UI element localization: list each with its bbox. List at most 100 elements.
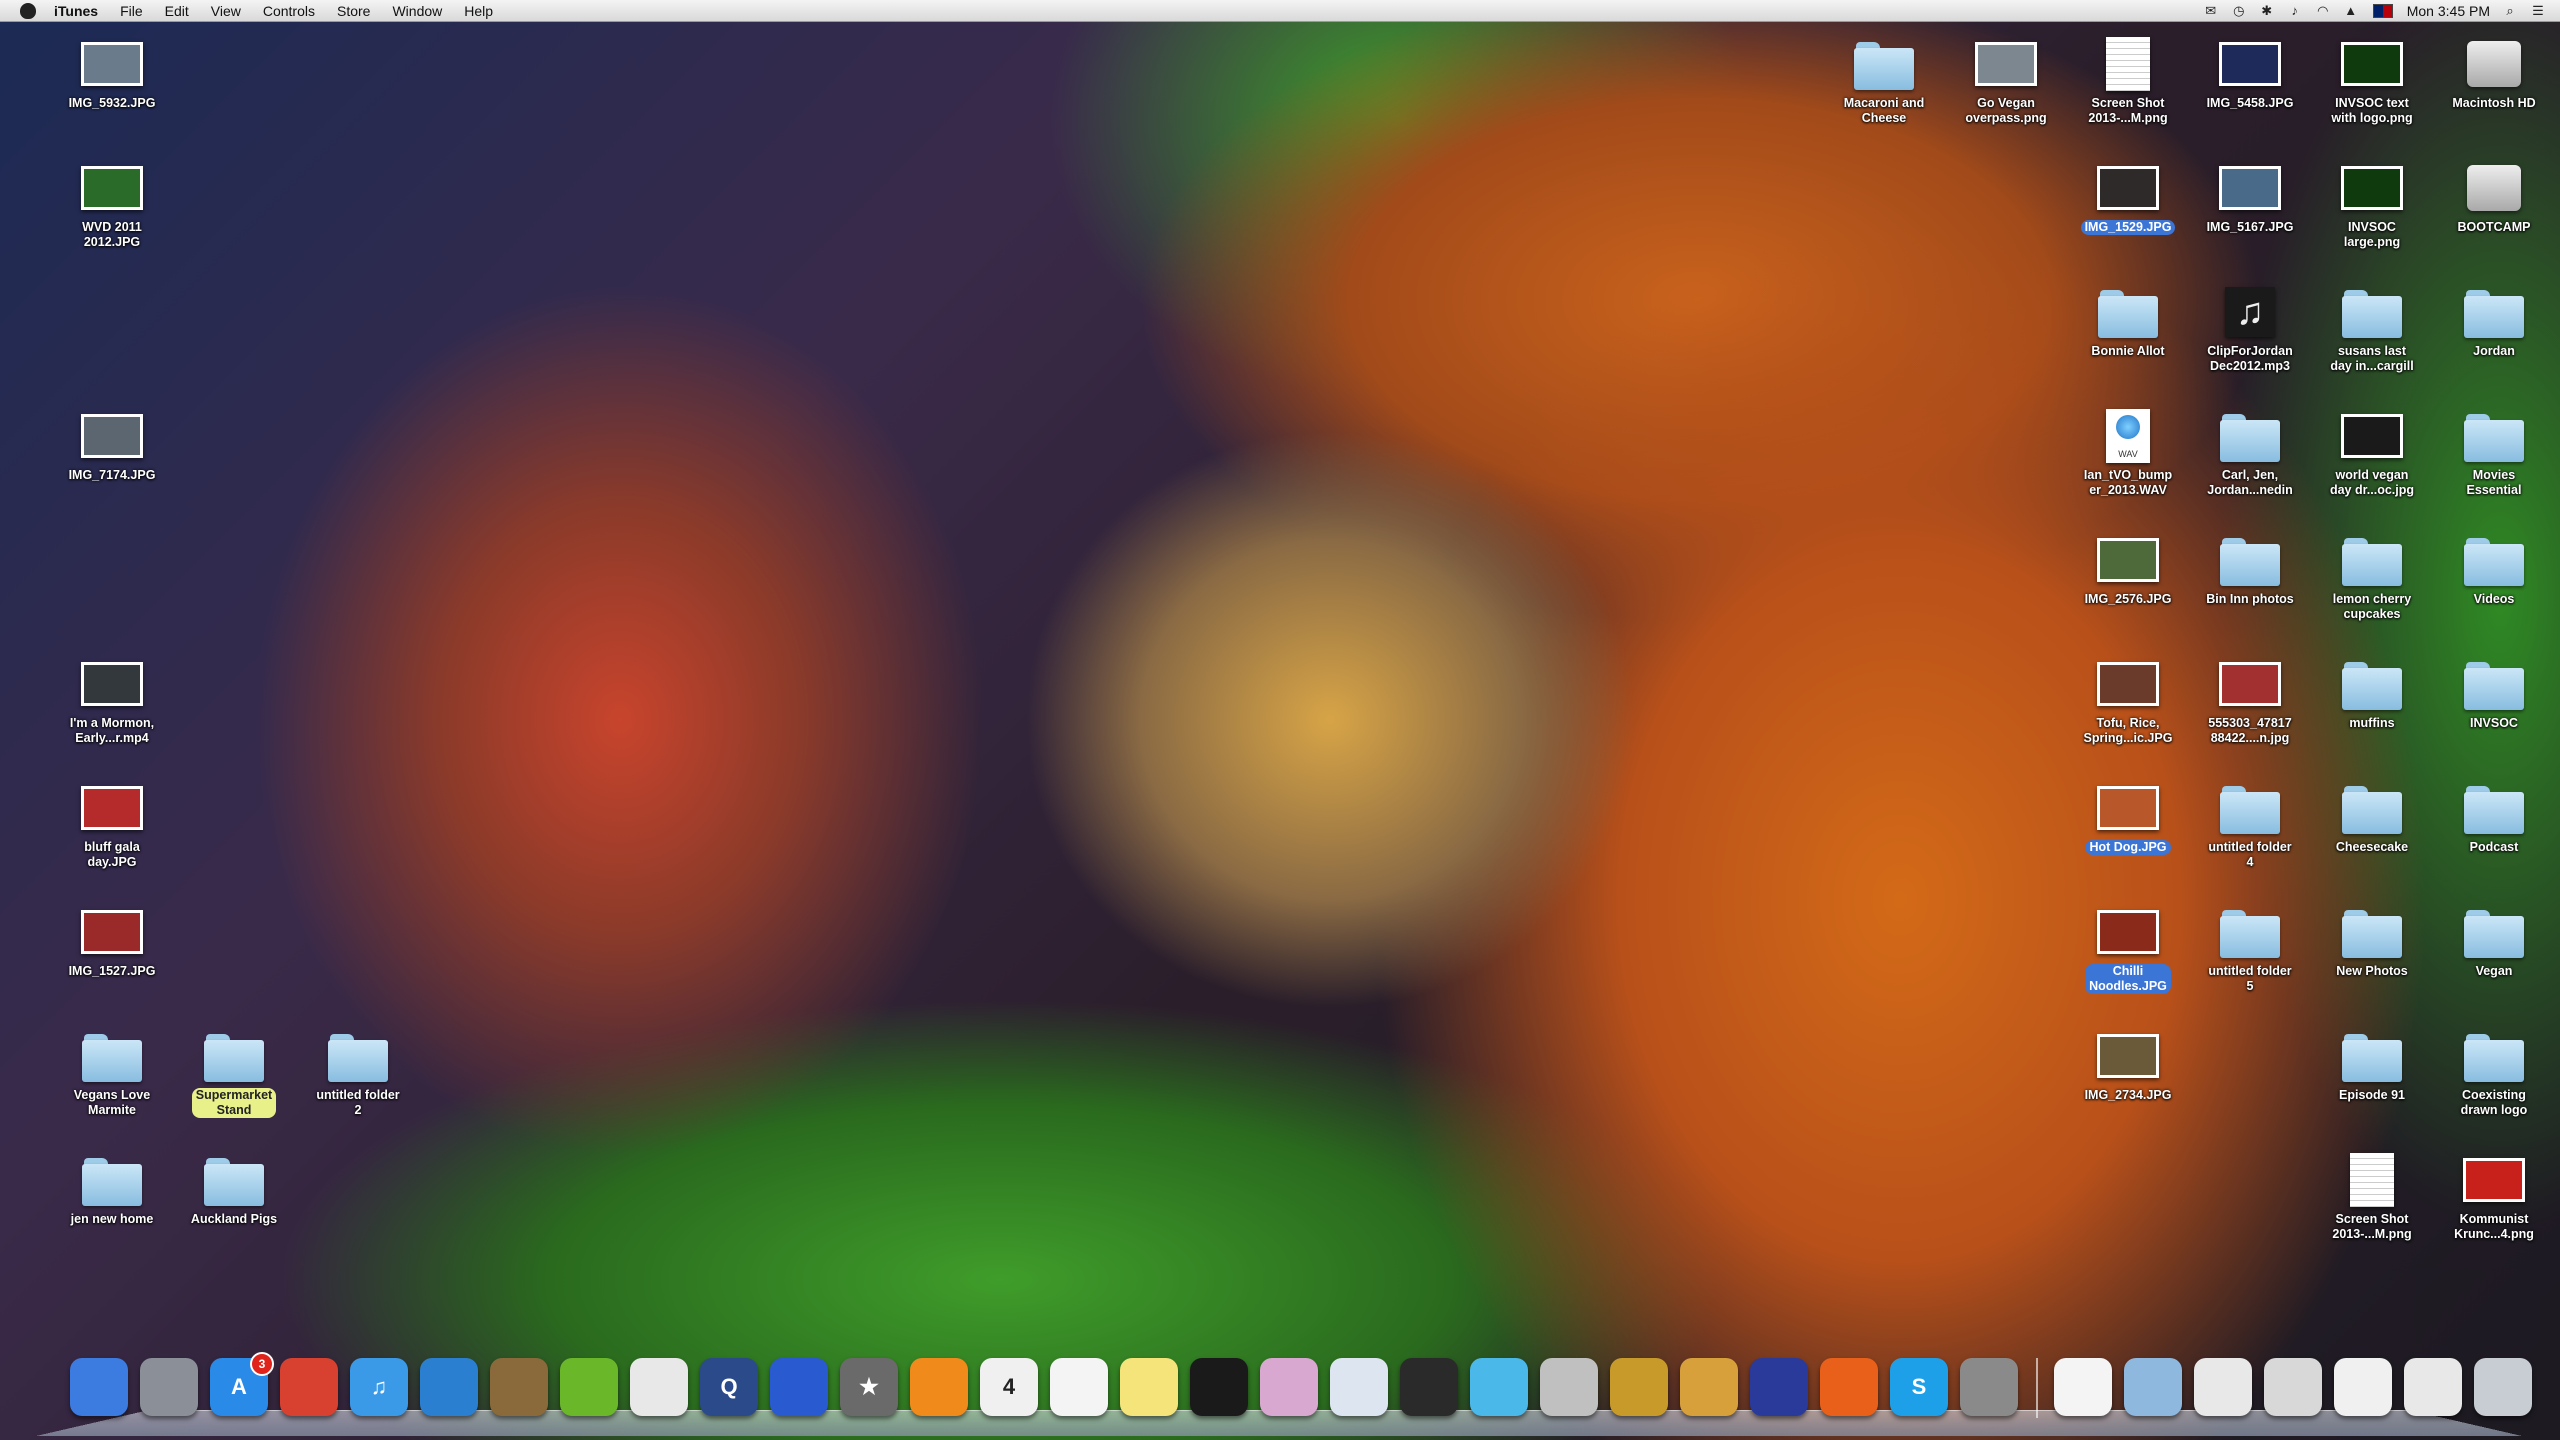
- headphones-icon[interactable]: [1750, 1358, 1808, 1416]
- menu-window[interactable]: Window: [392, 3, 442, 19]
- textedit-icon[interactable]: [630, 1358, 688, 1416]
- desktop-icon-right-37[interactable]: Screen Shot 2013-...M.png: [2307, 1153, 2437, 1242]
- desktop-icon-left-9[interactable]: jen new home: [47, 1154, 177, 1227]
- desktop-icon-right-24[interactable]: muffins: [2307, 658, 2437, 731]
- notification-center-icon[interactable]: ☰: [2530, 3, 2546, 18]
- desktop-icon-right-32[interactable]: New Photos: [2307, 906, 2437, 979]
- desktop-icon-right-21[interactable]: Videos: [2429, 534, 2559, 607]
- calendar-icon[interactable]: 4: [980, 1358, 1038, 1416]
- desktop-icon-right-1[interactable]: Go Vegan overpass.png: [1941, 38, 2071, 126]
- desktop-icon-right-30[interactable]: Chilli Noodles.JPG: [2063, 906, 2193, 994]
- desktop-icon-left-2[interactable]: IMG_7174.JPG: [47, 410, 177, 483]
- battery-icon[interactable]: ▲: [2343, 3, 2359, 18]
- desktop-icon-left-3[interactable]: I'm a Mormon, Early...r.mp4: [47, 658, 177, 746]
- applications-stack-icon[interactable]: [2124, 1358, 2182, 1416]
- fish-icon[interactable]: [1470, 1358, 1528, 1416]
- desktop-icon-right-7[interactable]: IMG_5167.JPG: [2185, 162, 2315, 235]
- desktop-icon-right-33[interactable]: Vegan: [2429, 906, 2559, 979]
- spotify-icon[interactable]: [560, 1358, 618, 1416]
- safari-icon[interactable]: [420, 1358, 478, 1416]
- desktop-icon-right-3[interactable]: IMG_5458.JPG: [2185, 38, 2315, 111]
- desktop-icon-right-16[interactable]: world vegan day dr...oc.jpg: [2307, 410, 2437, 498]
- rapidweaver-icon[interactable]: [1540, 1358, 1598, 1416]
- desktop-icon-right-6[interactable]: IMG_1529.JPG: [2063, 162, 2193, 235]
- desktop-icon-right-31[interactable]: untitled folder 5: [2185, 906, 2315, 994]
- desktop-icon-right-4[interactable]: INVSOC text with logo.png: [2307, 38, 2437, 126]
- desktop-icon-right-18[interactable]: IMG_2576.JPG: [2063, 534, 2193, 607]
- desktop-icon-right-28[interactable]: Cheesecake: [2307, 782, 2437, 855]
- desktop-icon-left-7[interactable]: Supermarket Stand: [169, 1030, 299, 1118]
- desktop-icon-left-10[interactable]: Auckland Pigs: [169, 1154, 299, 1227]
- vlc-icon[interactable]: [910, 1358, 968, 1416]
- volume-icon[interactable]: ♪: [2287, 3, 2303, 18]
- desktop-icon-right-26[interactable]: Hot Dog.JPG: [2063, 782, 2193, 855]
- menu-store[interactable]: Store: [337, 3, 370, 19]
- cyberduck-icon[interactable]: [770, 1358, 828, 1416]
- garageband-icon[interactable]: [490, 1358, 548, 1416]
- document-stack-icon[interactable]: [2054, 1358, 2112, 1416]
- launchpad-icon[interactable]: [140, 1358, 198, 1416]
- desktop-icon-right-38[interactable]: Kommunist Krunc...4.png: [2429, 1154, 2559, 1242]
- image-stack-icon[interactable]: [2264, 1358, 2322, 1416]
- menu-help[interactable]: Help: [464, 3, 493, 19]
- desktop-icon-right-29[interactable]: Podcast: [2429, 782, 2559, 855]
- downloads-stack-icon[interactable]: [2404, 1358, 2462, 1416]
- desktop-icon-right-17[interactable]: Movies Essential: [2429, 410, 2559, 498]
- activity-monitor-icon[interactable]: [1400, 1358, 1458, 1416]
- wifi-icon[interactable]: [1330, 1358, 1388, 1416]
- mail-icon[interactable]: ✉: [2203, 3, 2219, 18]
- desktop-icon-right-14[interactable]: Ian_tVO_bump er_2013.WAV: [2063, 409, 2193, 498]
- spotlight-search-icon[interactable]: ⌕: [2502, 3, 2518, 18]
- app-store-icon[interactable]: A3: [210, 1352, 274, 1416]
- chrome-icon[interactable]: [280, 1358, 338, 1416]
- menu-file[interactable]: File: [120, 3, 143, 19]
- trash-icon[interactable]: [2474, 1358, 2532, 1416]
- itunes-icon[interactable]: ♫: [350, 1358, 408, 1416]
- menu-controls[interactable]: Controls: [263, 3, 315, 19]
- desktop-icon-right-35[interactable]: Episode 91: [2307, 1030, 2437, 1103]
- desktop-icon-left-5[interactable]: IMG_1527.JPG: [47, 906, 177, 979]
- stickies-icon[interactable]: [1120, 1358, 1178, 1416]
- menu-app-itunes[interactable]: iTunes: [54, 3, 98, 19]
- desktop-icon-right-9[interactable]: BOOTCAMP: [2429, 162, 2559, 235]
- pages-icon[interactable]: [1680, 1358, 1738, 1416]
- skype-stack-icon[interactable]: [2334, 1358, 2392, 1416]
- desktop-icon-right-15[interactable]: Carl, Jen, Jordan...nedin: [2185, 410, 2315, 498]
- desktop-icon-right-36[interactable]: Coexisting drawn logo: [2429, 1030, 2559, 1118]
- time-machine-icon[interactable]: ◷: [2231, 3, 2247, 18]
- desktop-icon-right-22[interactable]: Tofu, Rice, Spring...ic.JPG: [2063, 658, 2193, 746]
- finder-icon[interactable]: [70, 1358, 128, 1416]
- menu-edit[interactable]: Edit: [165, 3, 189, 19]
- desktop-icon-right-19[interactable]: Bin Inn photos: [2185, 534, 2315, 607]
- menu-view[interactable]: View: [211, 3, 241, 19]
- desktop-icon-right-23[interactable]: 555303_47817 88422....n.jpg: [2185, 658, 2315, 746]
- wifi-status-icon[interactable]: ◠: [2315, 3, 2331, 18]
- desktop-icon-left-0[interactable]: IMG_5932.JPG: [47, 38, 177, 111]
- desktop-icon-right-12[interactable]: susans last day in...cargill: [2307, 286, 2437, 374]
- quicktime-icon[interactable]: Q: [700, 1358, 758, 1416]
- desktop-icon-right-20[interactable]: lemon cherry cupcakes: [2307, 534, 2437, 622]
- desktop-icon-left-8[interactable]: untitled folder 2: [293, 1030, 423, 1118]
- orb-icon[interactable]: [1260, 1358, 1318, 1416]
- imovie-icon[interactable]: ★: [840, 1358, 898, 1416]
- apple-menu-icon[interactable]: [20, 2, 36, 19]
- desktop-icon-right-5[interactable]: Macintosh HD: [2429, 38, 2559, 111]
- desktop-icon-right-2[interactable]: Screen Shot 2013-...M.png: [2063, 37, 2193, 126]
- audacity-icon[interactable]: [1820, 1358, 1878, 1416]
- desktop-icon-right-0[interactable]: Macaroni and Cheese: [1819, 38, 1949, 126]
- desktop-icon-left-1[interactable]: WVD 2011 2012.JPG: [47, 162, 177, 250]
- menu-clock[interactable]: Mon 3:45 PM: [2407, 3, 2490, 19]
- desktop-icon-left-6[interactable]: Vegans Love Marmite: [47, 1030, 177, 1118]
- bluetooth-icon[interactable]: ✱: [2259, 3, 2275, 18]
- pineapple-icon[interactable]: [1610, 1358, 1668, 1416]
- desktop-icon-right-27[interactable]: untitled folder 4: [2185, 782, 2315, 870]
- skype-icon[interactable]: S: [1890, 1358, 1948, 1416]
- input-source-flag-icon[interactable]: [2372, 3, 2393, 18]
- screenshot-stack-icon[interactable]: [2194, 1358, 2252, 1416]
- desktop-icon-right-10[interactable]: Bonnie Allot: [2063, 286, 2193, 359]
- desktop-icon-right-25[interactable]: INVSOC: [2429, 658, 2559, 731]
- system-preferences-icon[interactable]: [1960, 1358, 2018, 1416]
- reminders-icon[interactable]: [1050, 1358, 1108, 1416]
- desktop-icon-right-8[interactable]: INVSOC large.png: [2307, 162, 2437, 250]
- desktop-icon-right-13[interactable]: Jordan: [2429, 286, 2559, 359]
